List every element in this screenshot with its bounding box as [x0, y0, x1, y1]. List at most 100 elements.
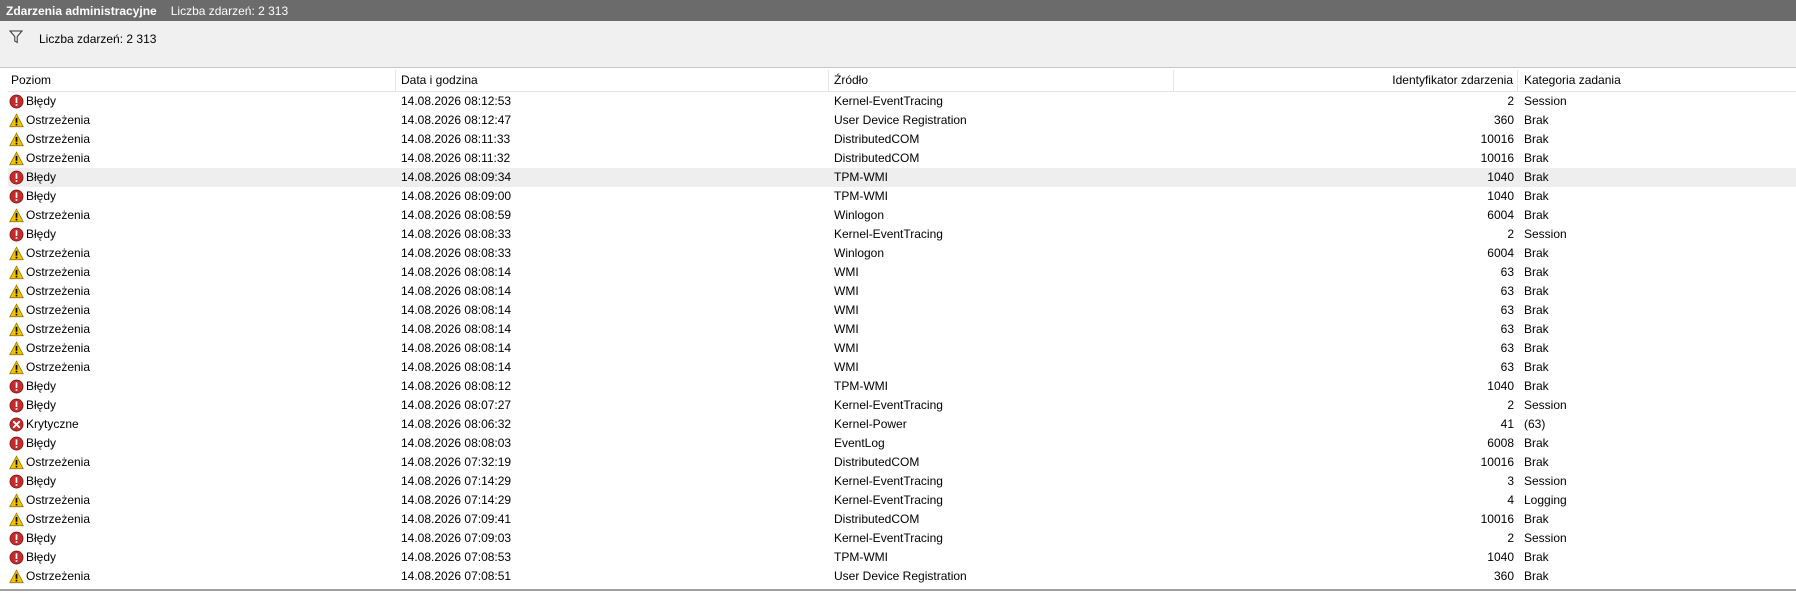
table-row[interactable]: Ostrzeżenia 14.08.2026 08:11:32 Distribute…	[8, 149, 1796, 168]
table-row[interactable]: Błędy 14.08.2026 08:12:53 Kernel-EventTrac…	[8, 92, 1796, 111]
category-cell: Brak	[1524, 569, 1549, 583]
category-cell: Brak	[1524, 265, 1549, 279]
event-id-cell: 6008	[1487, 436, 1514, 450]
level-label: Błędy	[26, 170, 57, 184]
table-row[interactable]: Błędy 14.08.2026 08:09:34 TPM-WMI 1040 Brak	[8, 168, 1796, 187]
category-cell: Brak	[1524, 341, 1549, 355]
warning-icon	[9, 151, 24, 166]
error-icon	[9, 379, 24, 394]
source-cell: Winlogon	[834, 208, 885, 222]
source-cell: WMI	[834, 322, 859, 336]
source-cell: User Device Registration	[834, 569, 967, 583]
event-id-cell: 63	[1500, 341, 1514, 355]
category-cell: Brak	[1524, 455, 1549, 469]
table-row[interactable]: Błędy 14.08.2026 07:14:29 Kernel-EventTrac…	[8, 472, 1796, 491]
date-cell: 14.08.2026 08:08:14	[401, 341, 512, 355]
filter-icon[interactable]	[9, 30, 23, 44]
table-row[interactable]: Ostrzeżenia 14.08.2026 08:08:59 Winlogon 60…	[8, 206, 1796, 225]
level-label: Ostrzeżenia	[26, 341, 91, 355]
table-row[interactable]: Krytyczne 14.08.2026 08:06:32 Kernel-Power…	[8, 415, 1796, 434]
source-cell: Kernel-EventTracing	[834, 94, 943, 108]
table-row[interactable]: Ostrzeżenia 14.08.2026 08:08:14 WMI 63 Brak	[8, 358, 1796, 377]
source-cell: DistributedCOM	[834, 132, 920, 146]
warning-icon	[9, 284, 24, 299]
warning-icon	[9, 360, 24, 375]
table-row[interactable]: Błędy 14.08.2026 07:08:53 TPM-WMI 1040 Brak	[8, 548, 1796, 567]
table-row[interactable]: Ostrzeżenia 14.08.2026 08:11:33 Distribute…	[8, 130, 1796, 149]
category-cell: Brak	[1524, 550, 1549, 564]
level-cell: Ostrzeżenia	[8, 510, 396, 529]
source-cell: WMI	[834, 360, 859, 374]
error-icon	[9, 550, 24, 565]
source-cell: Winlogon	[834, 246, 885, 260]
warning-icon	[9, 493, 24, 508]
table-row[interactable]: Ostrzeżenia 14.08.2026 08:08:14 WMI 63 Brak	[8, 320, 1796, 339]
table-row[interactable]: Ostrzeżenia 14.08.2026 07:32:19 Distribute…	[8, 453, 1796, 472]
bottom-border	[0, 589, 1796, 591]
date-cell: 14.08.2026 08:08:14	[401, 360, 512, 374]
column-header-category[interactable]: Kategoria zadania	[1518, 70, 1796, 91]
table-row[interactable]: Błędy 14.08.2026 08:09:00 TPM-WMI 1040 Brak	[8, 187, 1796, 206]
level-label: Błędy	[26, 94, 57, 108]
source-cell: EventLog	[834, 436, 885, 450]
date-cell: 14.08.2026 07:08:51	[401, 569, 512, 583]
table-row[interactable]: Błędy 14.08.2026 08:08:12 TPM-WMI 1040 Brak	[8, 377, 1796, 396]
date-cell: 14.08.2026 07:09:41	[401, 512, 512, 526]
table-row[interactable]: Ostrzeżenia 14.08.2026 08:08:14 WMI 63 Brak	[8, 339, 1796, 358]
level-cell: Błędy	[8, 529, 396, 548]
source-cell: WMI	[834, 284, 859, 298]
date-cell: 14.08.2026 07:14:29	[401, 474, 512, 488]
source-cell: DistributedCOM	[834, 512, 920, 526]
category-cell: Brak	[1524, 436, 1549, 450]
source-cell: Kernel-EventTracing	[834, 531, 943, 545]
event-id-cell: 1040	[1487, 550, 1514, 564]
warning-icon	[9, 512, 24, 527]
date-cell: 14.08.2026 08:09:00	[401, 189, 512, 203]
table-row[interactable]: Błędy 14.08.2026 08:07:27 Kernel-EventTrac…	[8, 396, 1796, 415]
table-row[interactable]: Ostrzeżenia 14.08.2026 07:09:41 Distribute…	[8, 510, 1796, 529]
filter-count-text: Liczba zdarzeń: 2 313	[39, 32, 157, 46]
column-header-source[interactable]: Źródło	[829, 70, 1174, 91]
warning-icon	[9, 208, 24, 223]
table-row[interactable]: Ostrzeżenia 14.08.2026 08:08:14 WMI 63 Brak	[8, 282, 1796, 301]
source-cell: TPM-WMI	[834, 170, 888, 184]
table-row[interactable]: Ostrzeżenia 14.08.2026 07:08:51 User Devic…	[8, 567, 1796, 586]
error-icon	[9, 398, 24, 413]
date-cell: 14.08.2026 08:08:59	[401, 208, 512, 222]
event-id-cell: 360	[1493, 113, 1514, 127]
event-id-cell: 10016	[1480, 132, 1514, 146]
level-label: Błędy	[26, 398, 57, 412]
table-row[interactable]: Ostrzeżenia 14.08.2026 08:08:33 Winlogon 60…	[8, 244, 1796, 263]
level-label: Ostrzeżenia	[26, 284, 91, 298]
event-id-cell: 3	[1507, 474, 1514, 488]
table-row[interactable]: Błędy 14.08.2026 08:08:03 EventLog 6008 Brak	[8, 434, 1796, 453]
category-cell: Brak	[1524, 360, 1549, 374]
level-label: Ostrzeżenia	[26, 493, 91, 507]
table-row[interactable]: Ostrzeżenia 14.08.2026 08:12:47 User Devic…	[8, 111, 1796, 130]
warning-icon	[9, 265, 24, 280]
table-row[interactable]: Błędy 14.08.2026 07:09:03 Kernel-EventTrac…	[8, 529, 1796, 548]
event-id-cell: 2	[1507, 94, 1514, 108]
level-label: Ostrzeżenia	[26, 455, 91, 469]
error-icon	[9, 94, 24, 109]
level-cell: Ostrzeżenia	[8, 130, 396, 149]
event-id-cell: 2	[1507, 531, 1514, 545]
level-label: Ostrzeżenia	[26, 512, 91, 526]
event-id-cell: 360	[1493, 569, 1514, 583]
column-header-level[interactable]: Poziom	[8, 70, 396, 91]
table-row[interactable]: Ostrzeżenia 14.08.2026 07:14:29 Kernel-Eve…	[8, 491, 1796, 510]
error-icon	[9, 436, 24, 451]
category-cell: Brak	[1524, 113, 1549, 127]
column-header-date[interactable]: Data i godzina	[396, 70, 829, 91]
date-cell: 14.08.2026 07:08:53	[401, 550, 512, 564]
date-cell: 14.08.2026 07:32:19	[401, 455, 512, 469]
level-label: Ostrzeżenia	[26, 208, 91, 222]
table-row[interactable]: Ostrzeżenia 14.08.2026 08:08:14 WMI 63 Brak	[8, 301, 1796, 320]
column-header-id[interactable]: Identyfikator zdarzenia	[1174, 70, 1518, 91]
event-id-cell: 1040	[1487, 170, 1514, 184]
table-row[interactable]: Ostrzeżenia 14.08.2026 08:08:14 WMI 63 Brak	[8, 263, 1796, 282]
category-cell: Brak	[1524, 322, 1549, 336]
category-cell: Brak	[1524, 170, 1549, 184]
table-row[interactable]: Błędy 14.08.2026 08:08:33 Kernel-EventTrac…	[8, 225, 1796, 244]
event-id-cell: 63	[1500, 322, 1514, 336]
